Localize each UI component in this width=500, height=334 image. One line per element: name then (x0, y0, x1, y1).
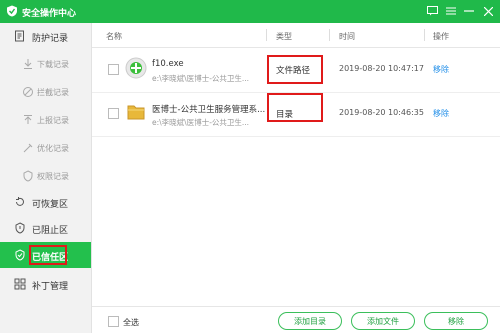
close-icon[interactable] (481, 4, 495, 18)
sidebar-item-label: 优化记录 (37, 144, 69, 153)
row-name: f10.exe (152, 59, 184, 69)
patch-icon (14, 278, 26, 290)
minimize-icon[interactable] (462, 4, 476, 18)
title-bar: 安全操作中心 (0, 0, 500, 23)
feedback-icon[interactable] (425, 4, 439, 18)
menu-icon[interactable] (444, 4, 458, 18)
shield-record-icon (15, 30, 24, 42)
table-header: 名称 类型 时间 操作 (92, 23, 500, 48)
restore-icon (16, 197, 24, 206)
remove-button[interactable]: 移除 (424, 312, 488, 330)
column-divider (424, 29, 425, 41)
sidebar-item-report-record[interactable]: 上报记录 (0, 107, 91, 133)
window-title: 安全操作中心 (22, 9, 77, 19)
row-path: e:\李晓斌\医博士-公共卫生... (152, 74, 250, 83)
remove-link[interactable]: 移除 (433, 108, 449, 119)
sidebar-item-protection-record[interactable]: 防护记录 (0, 23, 91, 49)
remove-link[interactable]: 移除 (433, 64, 449, 75)
add-file-button[interactable]: 添加文件 (351, 312, 415, 330)
column-divider (266, 29, 267, 41)
sidebar-item-label: 权限记录 (37, 172, 69, 181)
sidebar: 防护记录 下载记录 拦截记录 上报记录 优化记录 权限记录 可恢复区 已阻止区 … (0, 23, 92, 333)
blocked-shield-icon (15, 222, 25, 234)
optimize-icon (23, 143, 33, 153)
row-time: 2019-08-20 10:47:17 (339, 64, 424, 73)
footer-bar: 全选 添加目录 添加文件 移除 (92, 306, 500, 334)
sidebar-item-label: 可恢复区 (32, 200, 69, 210)
row-checkbox[interactable] (108, 108, 119, 119)
block-icon (23, 87, 33, 97)
trusted-zone-highlight (29, 245, 67, 265)
select-all-checkbox[interactable] (108, 316, 119, 327)
sidebar-item-block-record[interactable]: 拦截记录 (0, 79, 91, 105)
row-time: 2019-08-20 10:46:35 (339, 108, 424, 117)
sidebar-item-patch-management[interactable]: 补丁管理 (0, 271, 91, 297)
sidebar-item-blocked-zone[interactable]: 已阻止区 (0, 215, 91, 241)
download-icon (24, 59, 32, 69)
column-divider (329, 29, 330, 41)
trusted-shield-icon (15, 249, 25, 261)
row-path: e:\李晓斌\医博士-公共卫生... (152, 118, 250, 127)
sidebar-item-download-record[interactable]: 下载记录 (0, 51, 91, 77)
sidebar-item-optimize-record[interactable]: 优化记录 (0, 135, 91, 161)
folder-icon (127, 105, 145, 120)
row-checkbox[interactable] (108, 64, 119, 75)
row-name: 医博士-公共卫生服务管理系... (152, 105, 266, 115)
sidebar-item-label: 拦截记录 (37, 88, 69, 97)
exe-file-icon (125, 57, 147, 79)
sidebar-item-restore-zone[interactable]: 可恢复区 (0, 189, 91, 215)
column-header-action: 操作 (433, 32, 449, 41)
app-logo-icon (7, 5, 17, 17)
type-highlight (267, 55, 323, 84)
column-header-name[interactable]: 名称 (106, 31, 122, 42)
column-header-time[interactable]: 时间 (339, 31, 355, 42)
type-highlight (267, 93, 323, 122)
add-directory-button[interactable]: 添加目录 (278, 312, 342, 330)
sidebar-item-permission-record[interactable]: 权限记录 (0, 163, 91, 189)
sidebar-item-label: 补丁管理 (32, 282, 69, 292)
sidebar-item-label: 防护记录 (32, 34, 69, 44)
sidebar-item-label: 已阻止区 (32, 226, 69, 236)
upload-icon (24, 115, 32, 124)
sidebar-item-label: 下载记录 (37, 60, 69, 69)
column-header-type[interactable]: 类型 (276, 31, 292, 42)
permission-icon (23, 170, 33, 182)
sidebar-item-label: 上报记录 (37, 116, 69, 125)
select-all-label[interactable]: 全选 (123, 317, 139, 328)
